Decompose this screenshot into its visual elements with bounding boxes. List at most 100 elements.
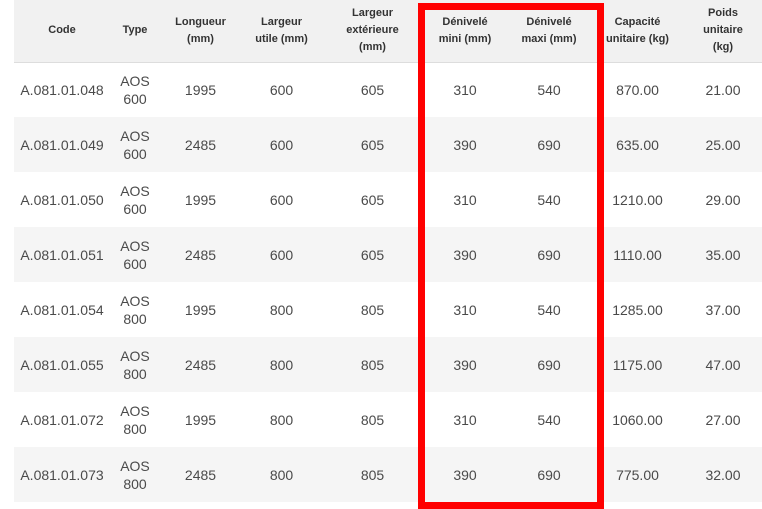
cell-largeur-exterieure: 805	[360, 411, 385, 428]
cell-denivele-maxi: 690	[537, 136, 561, 153]
header-line: utile (mm)	[255, 32, 308, 45]
header-line: Poids	[708, 7, 738, 20]
product-spec-table: Code Type Longueur (mm) Largeur utile (m…	[14, 0, 762, 502]
cell-poids: 29.00	[705, 191, 741, 208]
header-line: (kg)	[712, 41, 734, 54]
cell-code: A.081.01.050	[20, 191, 104, 208]
cell-poids: 27.00	[705, 411, 741, 428]
cell-denivele-maxi: 540	[537, 191, 561, 208]
cell-denivele-mini: 390	[453, 466, 477, 483]
type-line: 600	[123, 145, 147, 162]
header-denivele-maxi: Dénivelé maxi (mm)	[507, 0, 591, 63]
cell-capacite: 870.00	[616, 81, 659, 98]
cell-poids: 47.00	[705, 356, 741, 373]
type-line: AOS	[120, 402, 150, 419]
header-type: Type	[110, 0, 160, 63]
cell-denivele-maxi: 540	[537, 411, 561, 428]
header-line: Largeur	[352, 7, 393, 20]
cell-longueur: 1995	[184, 301, 217, 318]
cell-type: AOS 600	[110, 62, 160, 117]
cell-denivele-maxi: 690	[537, 466, 561, 483]
type-line: 800	[123, 475, 147, 492]
table-row: A.081.01.048 AOS 600 1995 600 605 310 540…	[14, 62, 762, 117]
cell-largeur-exterieure: 605	[360, 81, 385, 98]
cell-longueur: 2485	[184, 136, 217, 153]
cell-longueur: 1995	[184, 81, 217, 98]
cell-denivele-mini: 310	[453, 301, 477, 318]
cell-capacite: 775.00	[616, 466, 659, 483]
cell-longueur: 2485	[184, 466, 217, 483]
table-row: A.081.01.055 AOS 800 2485 800 805 390 690…	[14, 337, 762, 392]
cell-largeur-utile: 800	[269, 466, 294, 483]
header-line: Dénivelé	[442, 15, 488, 28]
header-line: (mm)	[359, 41, 386, 54]
cell-denivele-mini: 310	[453, 411, 477, 428]
cell-poids: 21.00	[705, 81, 741, 98]
cell-largeur-utile: 800	[269, 411, 294, 428]
header-line: Dénivelé	[526, 15, 572, 28]
cell-code: A.081.01.073	[20, 466, 104, 483]
table-row: A.081.01.073 AOS 800 2485 800 805 390 690…	[14, 447, 762, 502]
header-poids-unitaire: Poids unitaire (kg)	[684, 0, 762, 63]
cell-longueur: 2485	[184, 356, 217, 373]
cell-largeur-utile: 800	[269, 301, 294, 318]
header-line: mini (mm)	[438, 32, 492, 45]
cell-poids: 35.00	[705, 246, 741, 263]
header-line: Longueur	[175, 15, 226, 28]
cell-denivele-maxi: 540	[537, 81, 561, 98]
cell-code: A.081.01.051	[20, 246, 104, 263]
header-line: Code	[48, 24, 76, 37]
cell-capacite: 1210.00	[612, 191, 663, 208]
cell-poids: 37.00	[705, 301, 741, 318]
table-row: A.081.01.051 AOS 600 2485 600 605 390 690…	[14, 227, 762, 282]
cell-code: A.081.01.048	[20, 81, 104, 98]
cell-type: AOS 800	[110, 447, 160, 502]
cell-largeur-exterieure: 605	[360, 136, 385, 153]
type-line: 800	[123, 420, 147, 437]
table-row: A.081.01.049 AOS 600 2485 600 605 390 690…	[14, 117, 762, 172]
cell-code: A.081.01.054	[20, 301, 104, 318]
header-line: extérieure	[346, 24, 399, 37]
cell-largeur-exterieure: 805	[360, 356, 385, 373]
table-row: A.081.01.054 AOS 800 1995 800 805 310 540…	[14, 282, 762, 337]
header-longueur: Longueur (mm)	[160, 0, 241, 63]
type-line: AOS	[120, 182, 150, 199]
cell-capacite: 1110.00	[613, 246, 662, 263]
cell-denivele-maxi: 690	[537, 356, 561, 373]
type-line: 600	[123, 255, 147, 272]
cell-code: A.081.01.055	[20, 356, 104, 373]
cell-poids: 25.00	[705, 136, 741, 153]
cell-denivele-maxi: 690	[537, 246, 561, 263]
cell-largeur-exterieure: 805	[360, 466, 385, 483]
cell-code: A.081.01.072	[20, 411, 104, 428]
header-denivele-mini: Dénivelé mini (mm)	[423, 0, 507, 63]
type-line: AOS	[120, 292, 150, 309]
type-line: AOS	[120, 457, 150, 474]
cell-longueur: 1995	[184, 411, 217, 428]
cell-denivele-mini: 310	[453, 191, 477, 208]
type-line: 800	[123, 310, 147, 327]
cell-type: AOS 800	[110, 282, 160, 337]
type-line: AOS	[120, 347, 150, 364]
cell-denivele-maxi: 540	[537, 301, 561, 318]
cell-code: A.081.01.049	[20, 136, 104, 153]
header-code: Code	[14, 0, 110, 63]
type-line: AOS	[120, 237, 150, 254]
cell-capacite: 1285.00	[612, 301, 663, 318]
header-line: Type	[122, 24, 148, 37]
cell-denivele-mini: 390	[453, 356, 477, 373]
header-line: Largeur	[261, 15, 302, 28]
cell-capacite: 1175.00	[612, 356, 663, 373]
cell-denivele-mini: 390	[453, 136, 477, 153]
cell-denivele-mini: 390	[453, 246, 477, 263]
type-line: 800	[123, 365, 147, 382]
cell-longueur: 2485	[184, 246, 217, 263]
type-line: AOS	[120, 127, 150, 144]
cell-largeur-exterieure: 605	[360, 191, 385, 208]
cell-capacite: 1060.00	[612, 411, 663, 428]
cell-largeur-utile: 800	[269, 356, 294, 373]
table-row: A.081.01.050 AOS 600 1995 600 605 310 540…	[14, 172, 762, 227]
header-largeur-utile: Largeur utile (mm)	[241, 0, 322, 63]
header-line: unitaire	[703, 24, 743, 37]
cell-type: AOS 600	[110, 172, 160, 227]
